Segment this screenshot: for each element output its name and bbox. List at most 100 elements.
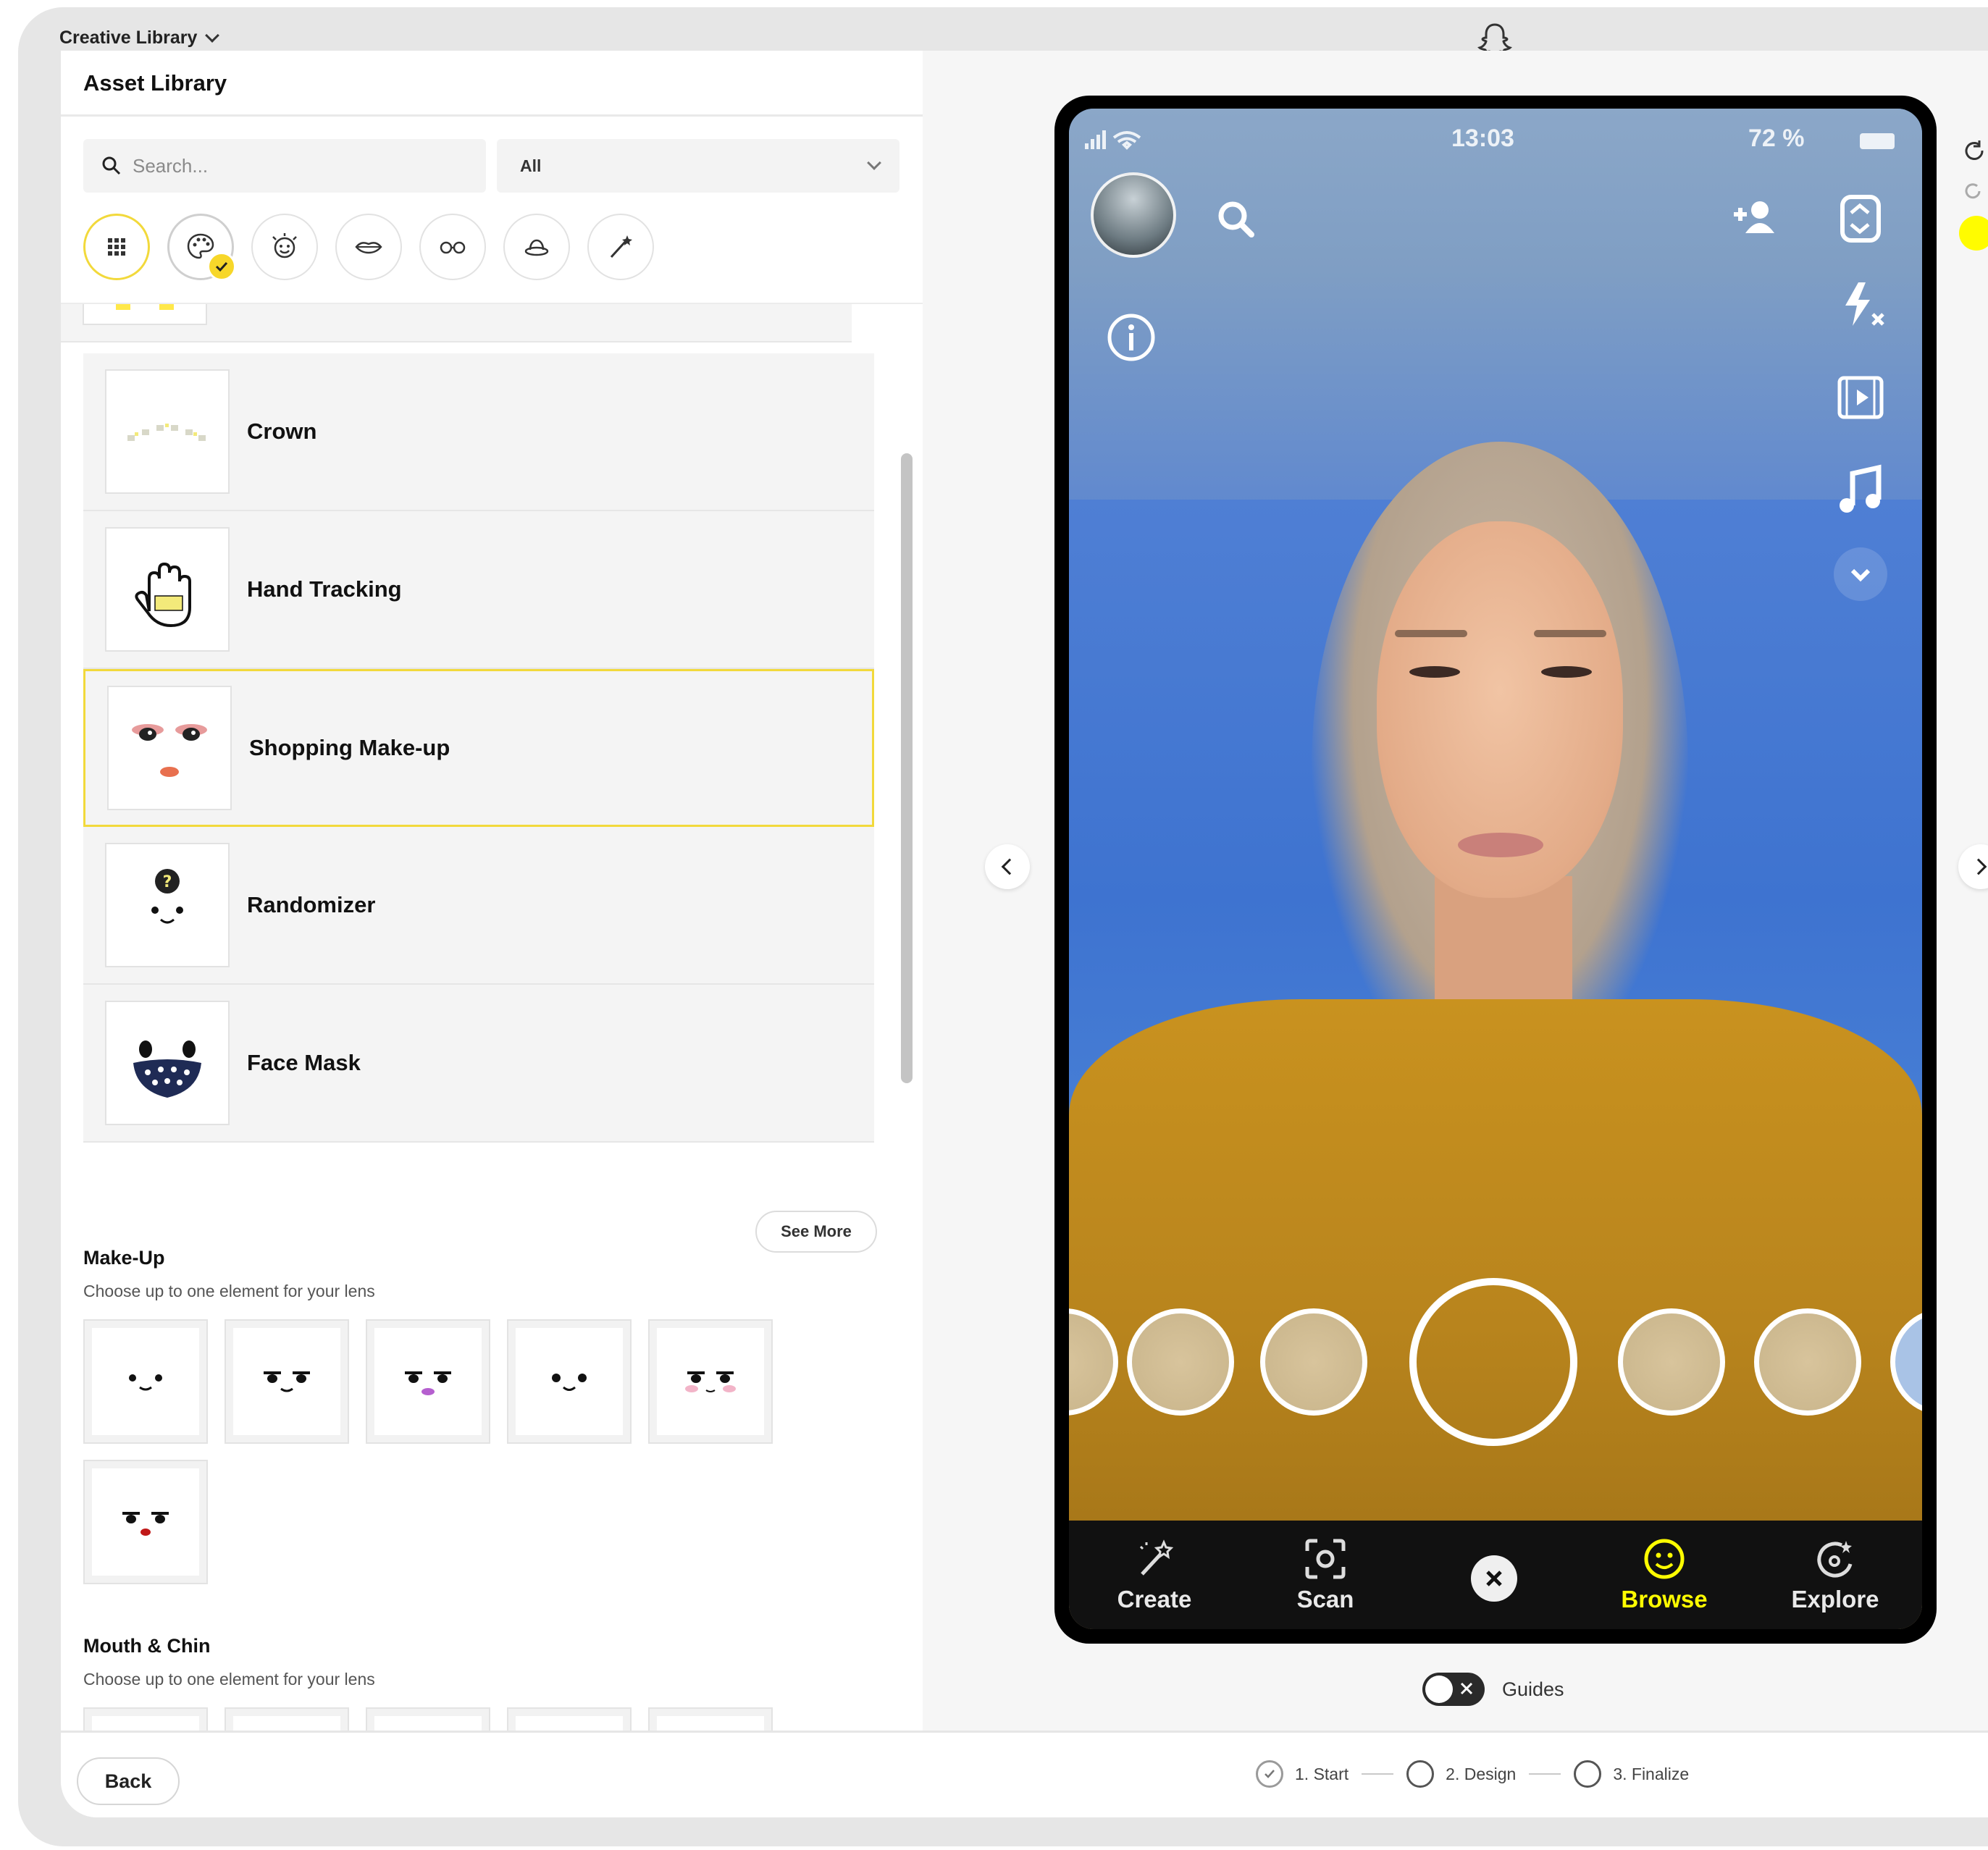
lens-item[interactable] — [1618, 1308, 1725, 1416]
list-item-shopping-make-up[interactable]: Shopping Make-up — [83, 669, 874, 827]
nav-scan[interactable]: Scan — [1267, 1536, 1383, 1613]
subject-lips — [1458, 833, 1543, 857]
guides-label: Guides — [1502, 1678, 1564, 1700]
magic-wand-icon — [610, 235, 632, 258]
category-effects-button[interactable] — [587, 214, 654, 280]
chevron-down-icon — [1850, 568, 1871, 582]
bottom-nav: Create Scan Browse Explore — [1069, 1521, 1922, 1629]
redo-icon[interactable] — [1962, 180, 1984, 201]
category-all-button[interactable] — [83, 214, 150, 280]
asset-name: Crown — [247, 419, 317, 444]
guides-toggle[interactable] — [1422, 1673, 1485, 1706]
capture-button[interactable] — [1409, 1278, 1577, 1446]
nav-explore[interactable]: Explore — [1777, 1536, 1893, 1613]
category-face-button[interactable] — [251, 214, 318, 280]
lens-item[interactable] — [1127, 1308, 1234, 1416]
check-icon — [215, 261, 228, 272]
makeup-tile[interactable] — [83, 1460, 208, 1584]
tile-thumbnail — [233, 1328, 340, 1435]
nav-create[interactable]: Create — [1096, 1536, 1212, 1613]
close-lens-button[interactable] — [1471, 1555, 1517, 1602]
previous-preview-button[interactable] — [985, 844, 1030, 889]
step-start[interactable]: 1. Start — [1256, 1760, 1349, 1788]
asset-name: Randomizer — [247, 892, 376, 917]
check-circle-icon — [1256, 1760, 1283, 1788]
mouth-section-title: Mouth & Chin — [83, 1635, 211, 1657]
back-button[interactable]: Back — [77, 1757, 180, 1805]
list-item-randomizer[interactable]: ? Randomizer — [83, 827, 874, 985]
status-time: 13:03 — [1451, 125, 1514, 152]
video-icon[interactable] — [1837, 375, 1884, 420]
category-palette-button[interactable] — [167, 214, 236, 281]
browse-icon — [1644, 1539, 1685, 1579]
lens-item[interactable] — [1754, 1308, 1861, 1416]
flip-camera-icon[interactable] — [1837, 191, 1884, 246]
avatar[interactable] — [1091, 172, 1176, 258]
search-icon[interactable] — [1214, 197, 1259, 242]
camera-preview: 13:03 72 % Create Scan Browse Explore — [1069, 109, 1922, 1629]
step-connector — [1529, 1773, 1561, 1775]
subject-brow — [1534, 630, 1606, 637]
status-battery: 72 % — [1748, 125, 1805, 152]
lens-item[interactable] — [1260, 1308, 1367, 1416]
asset-library-title: Asset Library — [83, 70, 227, 96]
asset-thumbnail — [83, 304, 207, 325]
makeup-tile[interactable] — [507, 1319, 632, 1444]
see-more-button[interactable]: See More — [755, 1211, 877, 1253]
mouth-tile[interactable] — [507, 1707, 632, 1731]
list-item-crown[interactable]: Crown — [83, 353, 874, 511]
glasses-icon — [440, 241, 466, 254]
category-lips-button[interactable] — [335, 214, 402, 280]
makeup-tile[interactable] — [366, 1319, 490, 1444]
mouth-tile[interactable] — [83, 1707, 208, 1731]
more-tools-button[interactable] — [1834, 547, 1887, 601]
mouth-tile[interactable] — [648, 1707, 773, 1731]
makeup-face-thumbnail — [107, 686, 232, 810]
info-icon[interactable] — [1105, 311, 1157, 363]
search-input[interactable]: Search... — [83, 139, 486, 193]
makeup-tile[interactable] — [83, 1319, 208, 1444]
tile-thumbnail — [374, 1328, 482, 1435]
tile-thumbnail — [374, 1716, 482, 1731]
signal-wifi-icon — [1085, 130, 1141, 150]
step-design[interactable]: 2. Design — [1406, 1760, 1516, 1788]
snapchat-ghost-button[interactable] — [1959, 216, 1988, 251]
phone-preview: 13:03 72 % Create Scan Browse Explore — [1054, 96, 1937, 1644]
mouth-tile[interactable] — [225, 1707, 349, 1731]
mouth-tile[interactable] — [366, 1707, 490, 1731]
guides-toggle-row: Guides — [1422, 1673, 1564, 1706]
asset-name: Face Mask — [247, 1050, 361, 1075]
undo-icon[interactable] — [1962, 138, 1987, 162]
add-friend-icon[interactable] — [1728, 197, 1779, 237]
category-glasses-button[interactable] — [419, 214, 486, 280]
question-face-thumbnail: ? — [105, 843, 230, 967]
lens-item[interactable] — [1069, 1308, 1118, 1416]
asset-list-scroll-area[interactable]: Crown Hand Tracking Shopping Make-up ? R… — [61, 304, 923, 1731]
hat-icon — [524, 239, 549, 256]
scrollbar-thumb[interactable] — [901, 453, 913, 1083]
star-mask-thumbnail — [105, 1001, 230, 1125]
chevron-down-icon — [205, 28, 220, 43]
creative-library-dropdown[interactable]: Creative Library — [59, 28, 220, 49]
nav-label: Create — [1117, 1586, 1192, 1613]
music-icon[interactable] — [1837, 463, 1884, 517]
nav-browse[interactable]: Browse — [1606, 1536, 1722, 1613]
makeup-tile[interactable] — [648, 1319, 773, 1444]
makeup-tile[interactable] — [225, 1319, 349, 1444]
list-item[interactable] — [61, 304, 852, 342]
list-item-face-mask[interactable]: Face Mask — [83, 985, 874, 1143]
tile-thumbnail — [92, 1468, 199, 1576]
tile-thumbnail — [516, 1716, 623, 1731]
lens-item[interactable] — [1890, 1308, 1922, 1416]
chevron-down-icon — [867, 156, 881, 170]
next-preview-button[interactable] — [1958, 844, 1988, 889]
lens-carousel[interactable] — [1069, 1274, 1922, 1448]
step-finalize[interactable]: 3. Finalize — [1574, 1760, 1689, 1788]
list-item-hand-tracking[interactable]: Hand Tracking — [83, 511, 874, 669]
category-hat-button[interactable] — [503, 214, 570, 280]
flash-off-icon[interactable] — [1837, 279, 1887, 330]
create-icon — [1139, 1539, 1174, 1576]
toggle-knob — [1425, 1675, 1453, 1703]
filter-dropdown[interactable]: All — [497, 139, 899, 193]
search-icon — [102, 156, 121, 175]
